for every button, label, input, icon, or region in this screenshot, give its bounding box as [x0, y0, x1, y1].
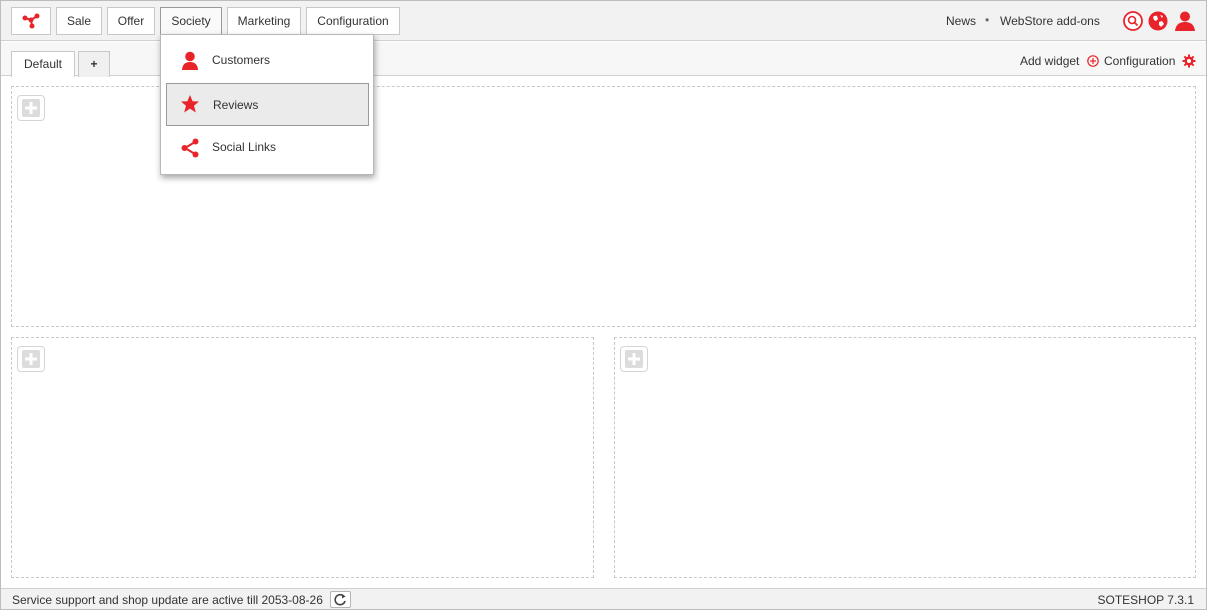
globe-icon[interactable]	[1148, 11, 1168, 31]
share-icon	[181, 138, 199, 158]
refresh-button[interactable]	[330, 591, 351, 608]
star-icon	[181, 95, 199, 113]
add-tab-button[interactable]: +	[78, 51, 110, 77]
plus-icon	[22, 99, 40, 117]
refresh-icon	[334, 593, 346, 606]
support-status-text: Service support and shop update are acti…	[12, 593, 323, 607]
widget-area-right	[614, 337, 1196, 578]
user-icon[interactable]	[1174, 11, 1196, 31]
logo-button[interactable]	[11, 7, 51, 35]
share-network-icon	[22, 13, 40, 29]
nav-society[interactable]: Society	[160, 7, 222, 35]
nav-marketing[interactable]: Marketing	[227, 7, 301, 35]
version-label: SOTESHOP 7.3.1	[1097, 593, 1195, 607]
gear-icon[interactable]	[1182, 54, 1196, 68]
nav-configuration[interactable]: Configuration	[306, 7, 400, 35]
widget-area-left	[11, 337, 594, 578]
news-link[interactable]: News	[946, 14, 976, 28]
link-separator: •	[985, 13, 990, 27]
search-icon[interactable]	[1123, 11, 1143, 31]
menu-item-label: Reviews	[213, 98, 259, 112]
plus-icon	[22, 350, 40, 368]
add-widget-button[interactable]	[17, 346, 45, 372]
add-widget-button[interactable]	[17, 95, 45, 121]
nav-sale[interactable]: Sale	[56, 7, 102, 35]
user-icon	[182, 51, 198, 70]
plus-icon	[625, 350, 643, 368]
nav-offer[interactable]: Offer	[107, 7, 155, 35]
society-dropdown-menu: Customers Reviews Social Links	[160, 34, 374, 175]
tab-default[interactable]: Default	[11, 51, 75, 77]
menu-item-label: Customers	[212, 53, 271, 67]
menu-item-label: Social Links	[212, 140, 277, 154]
menu-item-reviews[interactable]: Reviews	[166, 83, 369, 126]
add-widget-button[interactable]	[620, 346, 648, 372]
status-bar: Service support and shop update are acti…	[1, 588, 1206, 609]
configuration-link[interactable]: Configuration	[1104, 54, 1175, 68]
webstore-addons-link[interactable]: WebStore add-ons	[1000, 14, 1100, 28]
menu-item-social-links[interactable]: Social Links	[166, 126, 369, 169]
menu-item-customers[interactable]: Customers	[166, 39, 369, 82]
add-widget-link[interactable]: Add widget	[1020, 54, 1079, 68]
plus-circle-icon[interactable]	[1087, 55, 1099, 67]
